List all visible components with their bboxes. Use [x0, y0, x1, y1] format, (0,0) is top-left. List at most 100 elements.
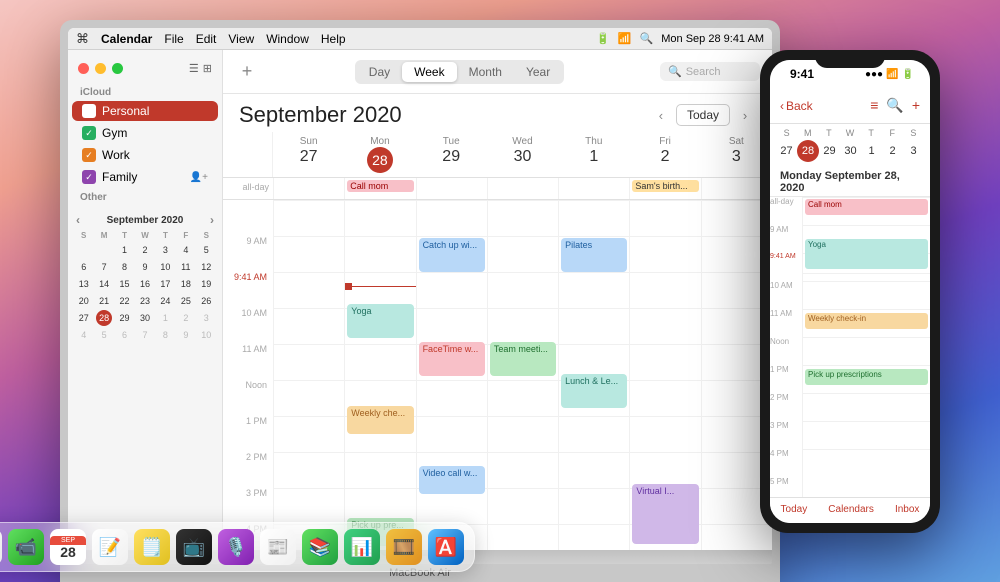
- iphone-cell-3[interactable]: 3: [903, 140, 924, 162]
- mini-day-oct7[interactable]: 7: [137, 327, 153, 343]
- mini-cal-next[interactable]: ›: [210, 213, 214, 227]
- iphone-add-icon[interactable]: +: [912, 97, 920, 114]
- mini-day-23[interactable]: 23: [137, 293, 153, 309]
- sidebar-list-icon[interactable]: ☰: [189, 62, 199, 75]
- mini-day-oct6[interactable]: 6: [117, 327, 133, 343]
- mini-day-28-today[interactable]: 28: [96, 310, 112, 326]
- iphone-cell-29[interactable]: 29: [819, 140, 840, 162]
- keynote-icon[interactable]: 🎞️: [386, 529, 422, 565]
- event-video-call[interactable]: Video call w...: [419, 466, 485, 494]
- mini-day-3[interactable]: 3: [157, 242, 173, 258]
- close-button[interactable]: [78, 63, 89, 74]
- today-button[interactable]: Today: [676, 104, 730, 126]
- apple-logo-icon[interactable]: ⌘: [76, 31, 89, 47]
- menu-help[interactable]: Help: [321, 32, 346, 46]
- event-call-mom[interactable]: Call mom: [347, 180, 413, 192]
- mini-day-6[interactable]: 6: [76, 259, 92, 275]
- event-catch-up[interactable]: Catch up wi...: [419, 238, 485, 272]
- mini-day-19[interactable]: 19: [198, 276, 214, 292]
- mini-day-22[interactable]: 22: [117, 293, 133, 309]
- event-yoga[interactable]: Yoga: [347, 304, 413, 338]
- search-bar[interactable]: 🔍 Search: [660, 62, 760, 81]
- mini-day-oct9[interactable]: 9: [178, 327, 194, 343]
- mini-day-13[interactable]: 13: [76, 276, 92, 292]
- mini-day-17[interactable]: 17: [157, 276, 173, 292]
- appstore-icon[interactable]: 🅰️: [428, 529, 464, 565]
- minimize-button[interactable]: [95, 63, 106, 74]
- search-icon[interactable]: 🔍: [640, 32, 654, 45]
- mini-day-oct1[interactable]: 1: [157, 310, 173, 326]
- mini-day-oct4[interactable]: 4: [76, 327, 92, 343]
- mini-day-9[interactable]: 9: [137, 259, 153, 275]
- iphone-event-callmom[interactable]: Call mom: [805, 199, 928, 215]
- sidebar-item-gym[interactable]: ✓ Gym: [72, 123, 218, 143]
- allday-mon[interactable]: Call mom: [344, 178, 415, 199]
- event-team-meeting[interactable]: Team meeti...: [490, 342, 556, 376]
- iphone-cell-27[interactable]: 27: [776, 140, 797, 162]
- event-weekly-checkin[interactable]: Weekly che...: [347, 406, 413, 434]
- mini-day-16[interactable]: 16: [137, 276, 153, 292]
- mini-day-5[interactable]: 5: [198, 242, 214, 258]
- event-virtual[interactable]: Virtual I...: [632, 484, 698, 544]
- mini-day-27[interactable]: 27: [76, 310, 92, 326]
- mini-day-oct10[interactable]: 10: [198, 327, 214, 343]
- numbers-icon[interactable]: 📊: [344, 529, 380, 565]
- appletv-icon[interactable]: 📺: [176, 529, 212, 565]
- calendar-icon[interactable]: SEP 28: [50, 529, 86, 565]
- mini-day-1[interactable]: 1: [117, 242, 133, 258]
- week-view-button[interactable]: Week: [402, 62, 456, 82]
- add-event-button[interactable]: +: [235, 60, 259, 84]
- iphone-tab-calendars[interactable]: Calendars: [828, 504, 874, 515]
- mini-day-21[interactable]: 21: [96, 293, 112, 309]
- mini-day-26[interactable]: 26: [198, 293, 214, 309]
- iphone-tab-inbox[interactable]: Inbox: [895, 504, 919, 515]
- month-view-button[interactable]: Month: [457, 62, 514, 82]
- mini-day-oct8[interactable]: 8: [157, 327, 173, 343]
- mini-day-oct3[interactable]: 3: [198, 310, 214, 326]
- iphone-back-button[interactable]: ‹ Back: [780, 99, 813, 113]
- podcasts-icon[interactable]: 🎙️: [218, 529, 254, 565]
- mini-day-10[interactable]: 10: [157, 259, 173, 275]
- cal-next-button[interactable]: ›: [734, 104, 756, 126]
- year-view-button[interactable]: Year: [514, 62, 562, 82]
- menu-view[interactable]: View: [228, 32, 254, 46]
- mini-day-24[interactable]: 24: [157, 293, 173, 309]
- iphone-list-icon[interactable]: ≡: [870, 97, 878, 114]
- ibooks-icon[interactable]: 📚: [302, 529, 338, 565]
- iphone-event-yoga[interactable]: Yoga: [805, 239, 928, 269]
- mini-day-oct5[interactable]: 5: [96, 327, 112, 343]
- sidebar-item-work[interactable]: ✓ Work: [72, 145, 218, 165]
- event-lunch[interactable]: Lunch & Le...: [561, 374, 627, 408]
- menu-edit[interactable]: Edit: [196, 32, 217, 46]
- sidebar-item-family[interactable]: ✓ Family 👤+: [72, 167, 218, 187]
- mini-day-12[interactable]: 12: [198, 259, 214, 275]
- maximize-button[interactable]: [112, 63, 123, 74]
- mini-day-30[interactable]: 30: [137, 310, 153, 326]
- mini-day-29[interactable]: 29: [117, 310, 133, 326]
- mini-day-2[interactable]: 2: [137, 242, 153, 258]
- iphone-search-icon[interactable]: 🔍: [886, 97, 903, 114]
- mini-day-11[interactable]: 11: [178, 259, 194, 275]
- news-icon[interactable]: 📰: [260, 529, 296, 565]
- facetime-icon[interactable]: 📹: [8, 529, 44, 565]
- mini-day-oct2[interactable]: 2: [178, 310, 194, 326]
- mini-day-15[interactable]: 15: [117, 276, 133, 292]
- mini-day-14[interactable]: 14: [96, 276, 112, 292]
- sidebar-item-personal[interactable]: ✓ Personal: [72, 101, 218, 121]
- menu-window[interactable]: Window: [266, 32, 309, 46]
- event-pilates[interactable]: Pilates: [561, 238, 627, 272]
- iphone-cell-28[interactable]: 28: [797, 140, 819, 162]
- notes-icon[interactable]: 🗒️: [134, 529, 170, 565]
- cal-prev-button[interactable]: ‹: [650, 104, 672, 126]
- iphone-cell-2[interactable]: 2: [882, 140, 903, 162]
- event-sams-birthday[interactable]: Sam's birth...: [632, 180, 698, 192]
- day-view-button[interactable]: Day: [357, 62, 402, 82]
- mini-day-20[interactable]: 20: [76, 293, 92, 309]
- mini-day-25[interactable]: 25: [178, 293, 194, 309]
- mini-day-7[interactable]: 7: [96, 259, 112, 275]
- mini-day-4[interactable]: 4: [178, 242, 194, 258]
- iphone-tab-today[interactable]: Today: [781, 504, 808, 515]
- iphone-cell-30[interactable]: 30: [840, 140, 861, 162]
- photos-icon[interactable]: 🌸: [0, 529, 2, 565]
- menu-file[interactable]: File: [164, 32, 183, 46]
